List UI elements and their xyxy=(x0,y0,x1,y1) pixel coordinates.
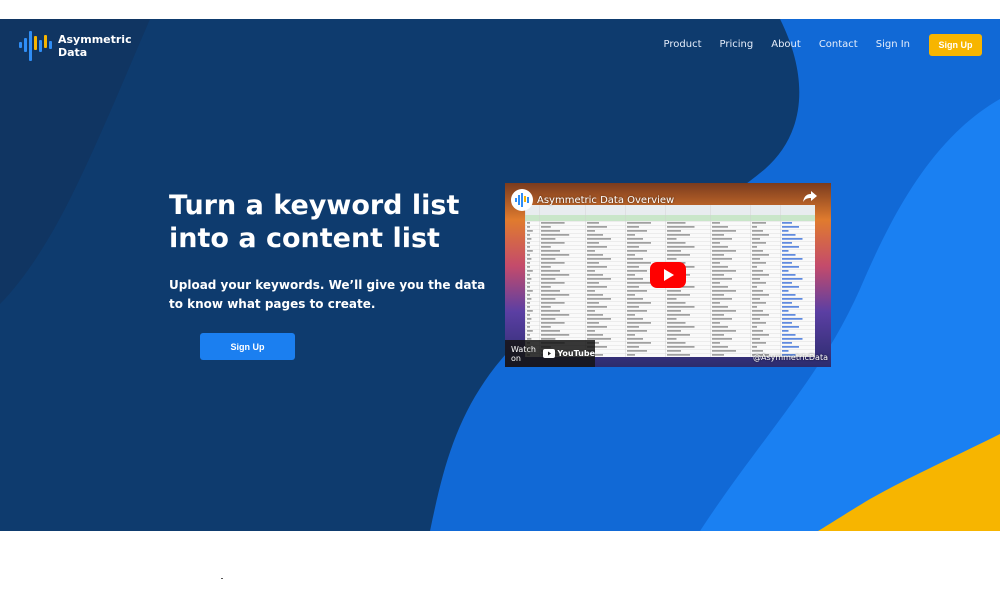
brand-logo[interactable]: Asymmetric Data xyxy=(18,29,138,63)
nav-link-pricing[interactable]: Pricing xyxy=(720,34,754,56)
soundwave-bars-icon xyxy=(515,193,529,207)
nav-link-product[interactable]: Product xyxy=(664,34,702,56)
hero-subhead: Upload your keywords. We’ll give you the… xyxy=(169,278,486,311)
youtube-wordmark: YouTube xyxy=(557,349,595,358)
channel-handle: @AsymmetricData xyxy=(752,353,828,362)
youtube-icon xyxy=(543,349,556,358)
page: Asymmetric Data Product Pricing About Co… xyxy=(0,0,1000,600)
hero-background-waves xyxy=(0,19,1000,531)
nav-link-contact[interactable]: Contact xyxy=(819,34,858,56)
share-icon[interactable] xyxy=(803,191,817,203)
channel-avatar[interactable] xyxy=(511,189,533,211)
play-icon[interactable] xyxy=(650,262,686,288)
soundwave-bars-icon xyxy=(19,31,52,61)
hero-signup-button[interactable]: Sign Up xyxy=(200,333,295,360)
watch-on-youtube-button[interactable]: Watch on YouTube xyxy=(505,340,595,367)
youtube-logo: YouTube xyxy=(543,349,595,358)
nav-link-about[interactable]: About xyxy=(771,34,801,56)
video-embed[interactable]: Asymmetric Data Overview Watch on YouTub… xyxy=(505,183,831,367)
video-title[interactable]: Asymmetric Data Overview xyxy=(537,195,674,206)
top-nav: Product Pricing About Contact Sign In Si… xyxy=(646,34,982,56)
watch-on-label: Watch on xyxy=(511,344,536,363)
hero-section: Asymmetric Data Product Pricing About Co… xyxy=(0,19,1000,531)
nav-signup-button[interactable]: Sign Up xyxy=(929,34,982,56)
hero-headline: Turn a keyword list into a content list xyxy=(169,190,460,254)
nav-link-sign-in[interactable]: Sign In xyxy=(876,34,910,56)
brand-name: Asymmetric Data xyxy=(58,33,132,59)
divider-mark xyxy=(221,578,223,579)
